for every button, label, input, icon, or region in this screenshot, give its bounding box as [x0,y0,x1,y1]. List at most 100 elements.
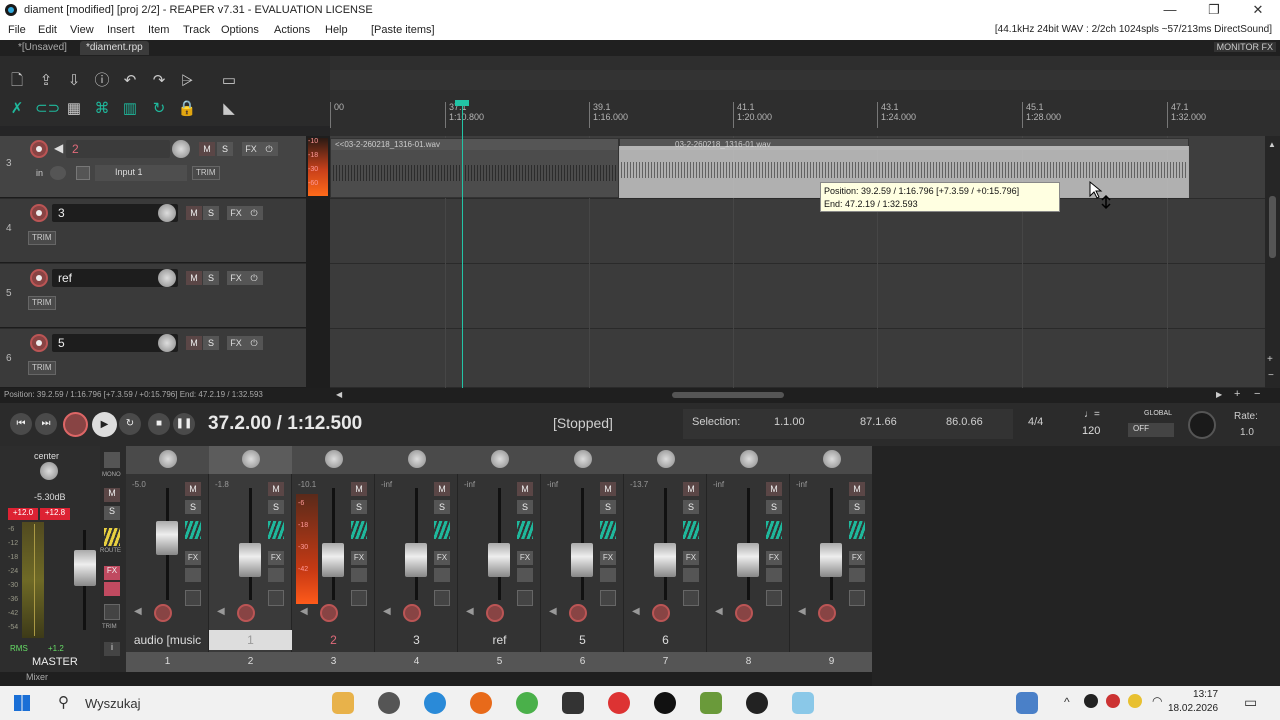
global-automation-select[interactable]: OFF [1128,423,1174,437]
strip-name[interactable]: ref [458,630,541,650]
strip-envelope-icon[interactable] [185,590,201,606]
envelope-icon[interactable]: ▥ [119,98,141,120]
undo-icon[interactable]: ↶ [119,70,141,92]
strip-fx-bypass-icon[interactable] [600,568,616,582]
volume-knob[interactable] [158,334,176,352]
strip-record-arm[interactable] [735,604,753,622]
selection-length[interactable]: 86.0.66 [946,416,983,428]
scroll-thumb[interactable] [1269,196,1276,258]
master-peak-l[interactable]: +12.0 [8,508,38,520]
strip-fx-bypass-icon[interactable] [185,568,201,582]
strip-fx-button[interactable]: FX [849,551,865,565]
playhead-marker[interactable] [455,100,469,106]
strip-solo-button[interactable]: S [766,500,782,514]
speaker-icon[interactable]: ◀ [798,606,810,618]
fx-bypass-icon[interactable]: ⏻ [260,142,278,156]
strip-fx-button[interactable]: FX [351,551,367,565]
speaker-icon[interactable]: ◀ [134,606,146,618]
h-zoom-out-icon[interactable]: − [1254,388,1260,400]
firefox-icon[interactable] [470,692,492,714]
menu-item[interactable]: Item [148,24,169,36]
master-peak-r[interactable]: +12.8 [40,508,70,520]
strip-fx-button[interactable]: FX [683,551,699,565]
volume-fader[interactable] [239,543,261,577]
strip-envelope-icon[interactable] [268,590,284,606]
volume-fader[interactable] [405,543,427,577]
tab-unsaved[interactable]: *[Unsaved] [12,41,73,55]
strip-fx-button[interactable]: FX [600,551,616,565]
strip-name[interactable] [790,630,873,650]
mixer-strip[interactable]: -inf M S FX ◀ 5 6 [541,446,624,672]
edit-cursor[interactable] [462,100,463,390]
pan-knob[interactable] [740,450,758,468]
scroll-left-icon[interactable]: ◀ [336,390,342,399]
speaker-icon[interactable]: ◀ [300,606,312,618]
fx-bypass-icon[interactable]: ⏻ [245,271,263,285]
strip-solo-button[interactable]: S [351,500,367,514]
pan-knob[interactable] [491,450,509,468]
volume-fader[interactable] [571,543,593,577]
record-arm-button[interactable] [30,204,48,222]
input-monitor-button[interactable] [50,166,66,180]
master-route-label[interactable]: ROUTE [100,548,121,554]
media-item[interactable]: <<03-2-260218_1316-01.wav [330,138,619,198]
strip-mute-button[interactable]: M [268,482,284,496]
zoom-out-icon[interactable]: − [1268,370,1274,381]
metronome-icon[interactable]: ⩥ [176,70,198,92]
speaker-icon[interactable]: ◀ [632,606,644,618]
close-button[interactable]: ✕ [1236,0,1280,22]
vivaldi-icon[interactable] [516,692,538,714]
pan-knob[interactable] [574,450,592,468]
strip-solo-button[interactable]: S [434,500,450,514]
mute-button[interactable]: M [199,142,215,156]
mute-button[interactable]: M [186,271,202,285]
maximize-button[interactable]: ❐ [1192,0,1236,22]
strip-name[interactable]: 3 [375,630,458,650]
trim-button[interactable]: TRIM [192,166,220,180]
strip-fx-bypass-icon[interactable] [268,568,284,582]
master-env-icon[interactable] [104,604,120,620]
go-to-start-icon[interactable]: ⏮ [10,413,32,435]
strip-fx-bypass-icon[interactable] [849,568,865,582]
track-header[interactable]: 3 ◀ 2 M S FX ⏻ in Input 1 TRIM [0,136,306,198]
master-mono-button[interactable] [104,452,120,468]
strip-mute-button[interactable]: M [434,482,450,496]
minecraft-icon[interactable] [700,692,722,714]
input-type-icon[interactable] [76,166,90,180]
strip-fx-button[interactable]: FX [434,551,450,565]
fx-button[interactable]: FX [242,142,260,156]
mixer-strip[interactable]: -5.0 M S FX ◀ audio [music 1 [126,446,209,672]
strip-name[interactable]: 6 [624,630,707,650]
windows-start-icon[interactable] [14,695,30,711]
phase-icon[interactable] [185,521,201,539]
repeat-icon[interactable]: ↻ [119,413,141,435]
selection-start[interactable]: 1.1.00 [774,416,805,428]
phase-icon[interactable] [766,521,782,539]
toolbar-blank-icon[interactable]: ▭ [218,70,240,92]
volume-fader[interactable] [737,543,759,577]
horizontal-scroll-thumb[interactable] [672,392,784,398]
solo-button[interactable]: S [203,336,219,350]
menu-help[interactable]: Help [325,24,348,36]
pan-knob[interactable] [408,450,426,468]
solo-button[interactable]: S [203,271,219,285]
notification-center-icon[interactable]: ▭ [1244,694,1257,711]
pan-knob[interactable] [325,450,343,468]
master-info-button[interactable]: i [104,642,120,656]
strip-record-arm[interactable] [818,604,836,622]
volume-fader[interactable] [654,543,676,577]
strip-record-arm[interactable] [154,604,172,622]
strip-solo-button[interactable]: S [683,500,699,514]
master-solo-button[interactable]: S [104,506,120,520]
reaper-taskbar-icon[interactable] [654,692,676,714]
strip-envelope-icon[interactable] [351,590,367,606]
menu-view[interactable]: View [70,24,94,36]
strip-name[interactable] [707,630,790,650]
speaker-icon[interactable]: ◀ [383,606,395,618]
capcut-icon[interactable] [562,692,584,714]
snap-grid-icon[interactable]: ▦ [63,98,85,120]
trim-button[interactable]: TRIM [28,296,56,310]
notification-badge-icon[interactable] [1016,692,1038,714]
solo-button[interactable]: S [203,206,219,220]
save-project-icon[interactable]: ⇩ [63,70,85,92]
